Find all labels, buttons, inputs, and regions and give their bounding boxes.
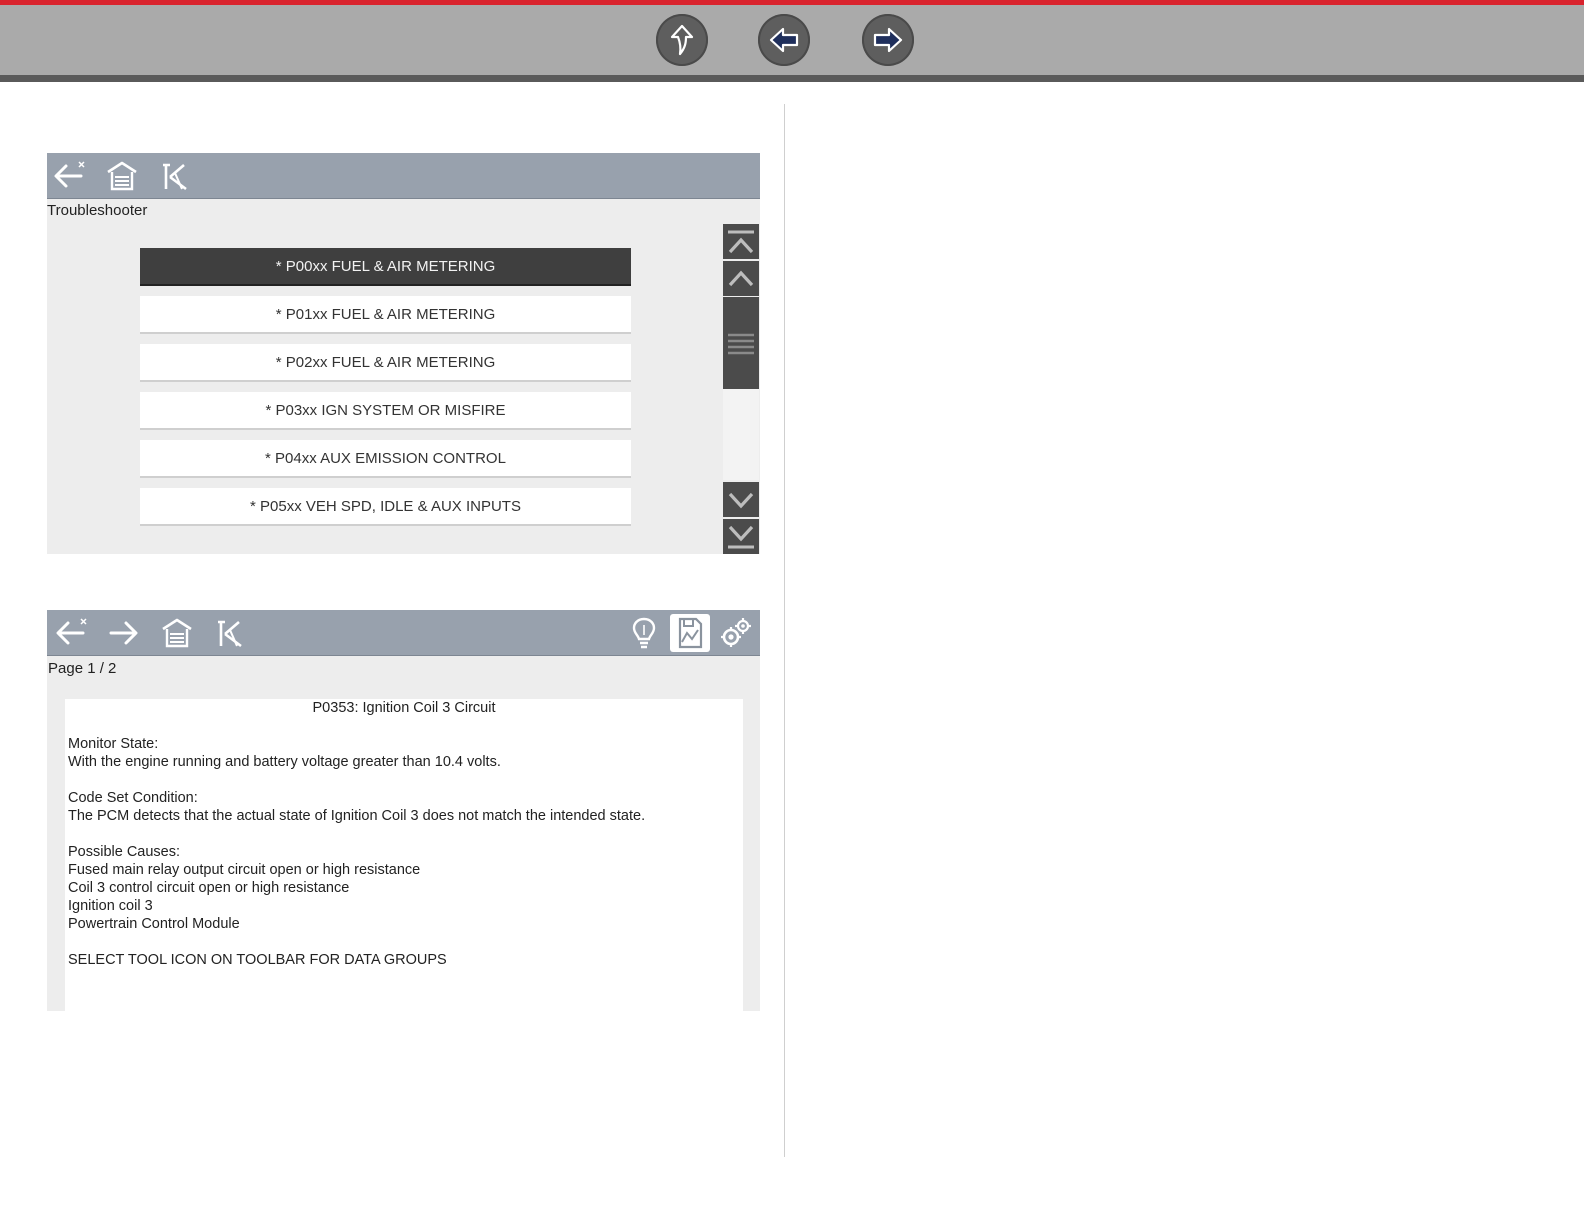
- scroll-down-icon: [728, 492, 754, 508]
- list-item-label: * P02xx FUEL & AIR METERING: [275, 353, 496, 371]
- save-report-icon: [678, 617, 703, 649]
- forward-icon: [109, 621, 138, 645]
- list-item[interactable]: * P03xx IGN SYSTEM OR MISFIRE: [140, 392, 631, 430]
- list-item[interactable]: * P05xx VEH SPD, IDLE & AUX INPUTS: [140, 488, 631, 526]
- code-info-text: P0353: Ignition Coil 3 Circuit Monitor S…: [65, 699, 743, 1011]
- section-heading: Monitor State:: [68, 736, 159, 752]
- list-item-label: * P05xx VEH SPD, IDLE & AUX INPUTS: [250, 497, 521, 515]
- scroll-bottom-button[interactable]: [723, 519, 759, 554]
- instruction-text: SELECT TOOL ICON ON TOOLBAR FOR DATA GRO…: [68, 952, 447, 968]
- scroll-bottom-icon: [728, 525, 754, 548]
- troubleshooter-screen: Troubleshooter * P00xx FUEL & AIR METERI…: [47, 153, 760, 554]
- code-info-toolbar: [47, 610, 760, 656]
- exit-button[interactable]: [155, 157, 195, 195]
- list-item[interactable]: * P04xx AUX EMISSION CONTROL: [140, 440, 631, 478]
- top-navigation-bar: [0, 0, 1584, 82]
- scroll-top-icon: [728, 230, 754, 253]
- accent-line: [0, 0, 1584, 5]
- scroll-top-button[interactable]: [723, 224, 759, 259]
- lightbulb-icon: [632, 617, 656, 649]
- page-indicator: Page 1 / 2: [48, 660, 117, 677]
- column-divider: [784, 104, 785, 1157]
- troubleshooter-toolbar: [47, 153, 760, 199]
- scroll-up-icon: [728, 270, 754, 286]
- home-icon: [162, 618, 192, 648]
- back-button[interactable]: [49, 157, 89, 195]
- exit-button[interactable]: [210, 614, 250, 652]
- screen-title: Troubleshooter: [47, 202, 148, 219]
- section-heading: Possible Causes:: [68, 844, 181, 860]
- bar-bottom-border: [0, 75, 1584, 82]
- code-info-screen: Page 1 / 2 P0353: Ignition Coil 3 Circui…: [47, 610, 760, 1011]
- code-title: P0353: Ignition Coil 3 Circuit: [312, 700, 496, 716]
- tools-button[interactable]: [716, 614, 756, 652]
- tips-button[interactable]: [624, 614, 664, 652]
- up-button[interactable]: [656, 14, 708, 66]
- curved-up-arrow-icon: [670, 24, 694, 56]
- list-item-label: * P00xx FUEL & AIR METERING: [275, 257, 496, 275]
- left-arrow-icon: [769, 27, 799, 53]
- back-icon: [54, 161, 85, 188]
- cause-item: Fused main relay output circuit open or …: [68, 862, 421, 878]
- list-item-label: * P04xx AUX EMISSION CONTROL: [265, 449, 506, 467]
- cause-item: Coil 3 control circuit open or high resi…: [68, 880, 350, 896]
- save-report-button[interactable]: [670, 614, 710, 652]
- section-text: With the engine running and battery volt…: [68, 754, 501, 770]
- back-icon: [56, 618, 87, 645]
- next-button[interactable]: [862, 14, 914, 66]
- list-item-label: * P01xx FUEL & AIR METERING: [275, 305, 496, 323]
- grip-icon: [728, 333, 754, 355]
- home-button[interactable]: [102, 157, 142, 195]
- list-item[interactable]: * P02xx FUEL & AIR METERING: [140, 344, 631, 382]
- home-icon: [107, 161, 137, 191]
- list-item[interactable]: * P00xx FUEL & AIR METERING: [140, 248, 631, 286]
- home-button[interactable]: [157, 614, 197, 652]
- section-heading: Code Set Condition:: [68, 790, 198, 806]
- exit-icon: [218, 620, 242, 648]
- previous-button[interactable]: [758, 14, 810, 66]
- cause-item: Powertrain Control Module: [68, 916, 240, 932]
- section-text: The PCM detects that the actual state of…: [68, 808, 646, 824]
- tools-icon: [721, 618, 751, 647]
- back-button[interactable]: [51, 614, 91, 652]
- cause-item: Ignition coil 3: [68, 898, 153, 914]
- exit-icon: [163, 163, 187, 191]
- list-item-label: * P03xx IGN SYSTEM OR MISFIRE: [265, 401, 506, 419]
- list-item[interactable]: * P01xx FUEL & AIR METERING: [140, 296, 631, 334]
- scroll-down-button[interactable]: [723, 482, 759, 517]
- right-arrow-icon: [873, 27, 903, 53]
- scroll-up-button[interactable]: [723, 261, 759, 296]
- forward-button[interactable]: [103, 614, 143, 652]
- scrollbar-thumb[interactable]: [723, 297, 759, 389]
